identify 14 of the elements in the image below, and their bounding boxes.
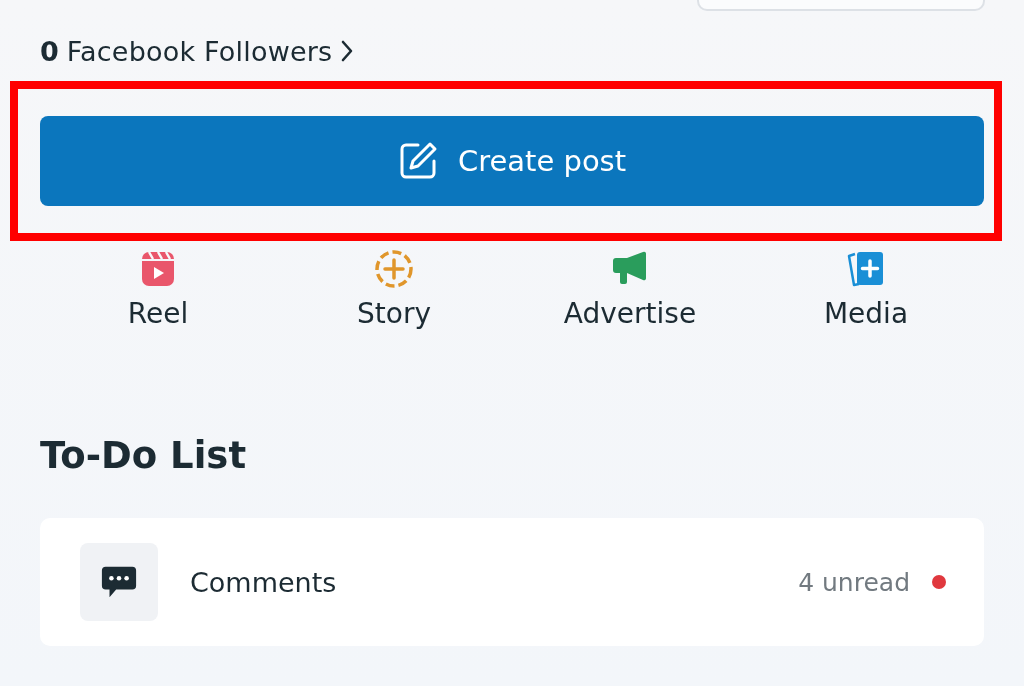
- photo-cards-plus-icon: [846, 249, 886, 289]
- create-post-button[interactable]: Create post: [40, 116, 984, 206]
- followers-count: 0: [40, 35, 59, 67]
- todo-card[interactable]: Comments 4 unread: [40, 518, 984, 646]
- action-button[interactable]: Reel: [127, 249, 189, 330]
- followers-label[interactable]: Facebook Followers: [66, 35, 333, 67]
- action-button[interactable]: Story: [357, 249, 431, 330]
- unread-count: 4 unread: [798, 567, 910, 597]
- action-button[interactable]: Media: [823, 249, 909, 330]
- chevron-right-icon[interactable]: [340, 39, 355, 63]
- todo-label: Comments: [190, 566, 337, 598]
- dashed-circle-plus-icon: [374, 249, 414, 289]
- section-title: To-Do List: [40, 433, 247, 479]
- action-button[interactable]: Advertise: [563, 249, 697, 330]
